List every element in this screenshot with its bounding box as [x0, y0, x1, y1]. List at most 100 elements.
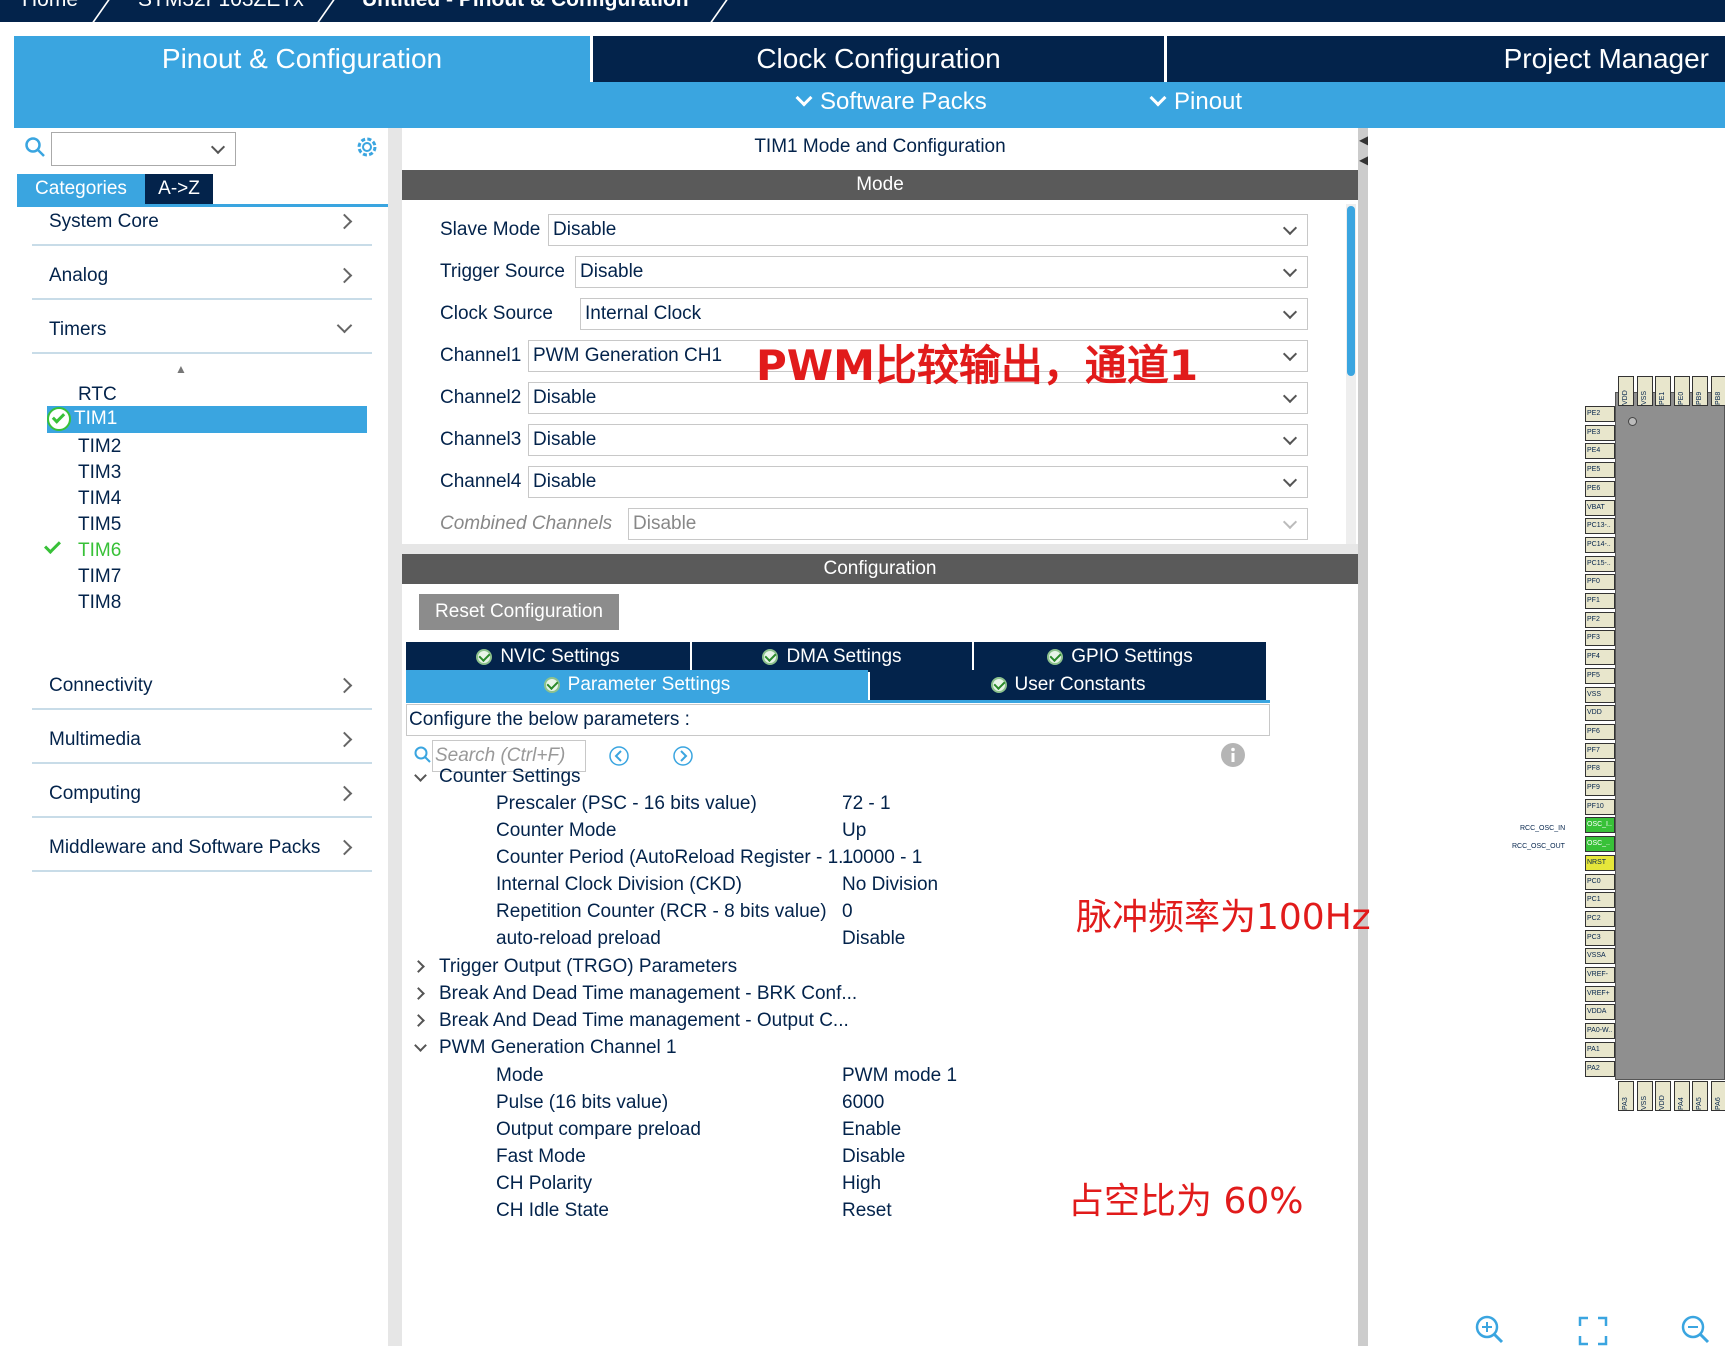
gear-icon[interactable]: [354, 134, 380, 165]
pin-pc2[interactable]: PC2: [1585, 911, 1615, 927]
param-value[interactable]: Disable: [842, 928, 905, 950]
info-icon[interactable]: [1220, 742, 1246, 773]
channel3-select[interactable]: Disable: [528, 424, 1308, 456]
pin-osc-[interactable]: OSC_..: [1585, 836, 1615, 852]
mode-header[interactable]: Mode: [402, 170, 1358, 200]
chevron-down-icon[interactable]: [414, 769, 427, 782]
zoom-in-icon[interactable]: [1474, 1314, 1504, 1349]
pin-pf9[interactable]: PF9: [1585, 780, 1615, 796]
panel-splitter[interactable]: [388, 128, 402, 1346]
pin-pa6[interactable]: PA6: [1711, 1081, 1725, 1111]
pin-pa0-w-[interactable]: PA0-W..: [1585, 1023, 1615, 1039]
pin-vdd[interactable]: VDD: [1618, 376, 1634, 406]
pin-vbat[interactable]: VBAT: [1585, 500, 1615, 516]
param-value[interactable]: 6000: [842, 1092, 884, 1114]
pin-vref-[interactable]: VREF-: [1585, 967, 1615, 983]
chevron-right-icon[interactable]: [412, 960, 425, 973]
tab-gpio-settings[interactable]: GPIO Settings: [974, 642, 1266, 672]
pin-pc14-[interactable]: PC14-..: [1585, 537, 1615, 553]
pin-osc-i-[interactable]: OSC_I..: [1585, 817, 1615, 833]
group-brk-configuration[interactable]: Break And Dead Time management - BRK Con…: [439, 983, 857, 1005]
group-trgo-parameters[interactable]: Trigger Output (TRGO) Parameters: [439, 956, 737, 978]
param-value[interactable]: No Division: [842, 874, 938, 896]
breadcrumb-home[interactable]: Home: [22, 0, 78, 12]
pinout-menu[interactable]: Pinout: [1152, 88, 1242, 116]
timer-item-tim5[interactable]: TIM5: [78, 514, 121, 536]
pin-pf10[interactable]: PF10: [1585, 799, 1615, 815]
slave-mode-select[interactable]: Disable: [548, 214, 1308, 246]
pin-pa2[interactable]: PA2: [1585, 1061, 1615, 1077]
pin-vss[interactable]: VSS: [1585, 687, 1615, 703]
timer-item-tim4[interactable]: TIM4: [78, 488, 121, 510]
group-output-configuration[interactable]: Break And Dead Time management - Output …: [439, 1010, 849, 1032]
tab-pinout-configuration[interactable]: Pinout & Configuration: [14, 36, 590, 82]
pin-pf4[interactable]: PF4: [1585, 649, 1615, 665]
timer-item-rtc[interactable]: RTC: [78, 384, 117, 406]
scrollbar-thumb[interactable]: [1347, 206, 1355, 376]
pin-pa1[interactable]: PA1: [1585, 1042, 1615, 1058]
param-value[interactable]: Enable: [842, 1119, 901, 1141]
pin-vdd[interactable]: VDD: [1585, 705, 1615, 721]
pin-pa5[interactable]: PA5: [1692, 1081, 1708, 1111]
clock-source-select[interactable]: Internal Clock: [580, 298, 1308, 330]
param-value[interactable]: Up: [842, 820, 866, 842]
pin-pf5[interactable]: PF5: [1585, 668, 1615, 684]
tab-dma-settings[interactable]: DMA Settings: [692, 642, 972, 672]
timer-item-tim3[interactable]: TIM3: [78, 462, 121, 484]
pin-vss[interactable]: VSS: [1637, 376, 1653, 406]
pin-pa3[interactable]: PA3: [1618, 1081, 1634, 1111]
pin-pf1[interactable]: PF1: [1585, 593, 1615, 609]
search-icon[interactable]: [414, 746, 432, 769]
group-pwm-channel1[interactable]: PWM Generation Channel 1: [439, 1037, 677, 1059]
pin-pb9[interactable]: PB9: [1692, 376, 1708, 406]
param-value[interactable]: 10000 - 1: [842, 847, 922, 869]
pin-pa4[interactable]: PA4: [1674, 1081, 1690, 1111]
tab-clock-configuration[interactable]: Clock Configuration: [593, 36, 1164, 82]
timer-item-tim2[interactable]: TIM2: [78, 436, 121, 458]
mode-scrollbar[interactable]: [1346, 204, 1356, 544]
pin-vssa[interactable]: VSSA: [1585, 948, 1615, 964]
search-icon[interactable]: [24, 136, 46, 163]
collapse-arrows-icon[interactable]: ◀◀: [1359, 130, 1368, 170]
pin-pb8[interactable]: PB8: [1711, 376, 1725, 406]
category-system-core[interactable]: System Core: [32, 200, 372, 246]
pin-pc15-[interactable]: PC15-..: [1585, 556, 1615, 572]
timer-item-tim1[interactable]: TIM1: [47, 406, 367, 433]
pin-pc1[interactable]: PC1: [1585, 892, 1615, 908]
pin-pe5[interactable]: PE5: [1585, 462, 1615, 478]
pin-pc3[interactable]: PC3: [1585, 930, 1615, 946]
next-match-icon[interactable]: [672, 745, 694, 772]
pin-pe1[interactable]: PE1: [1655, 376, 1671, 406]
category-middleware[interactable]: Middleware and Software Packs: [32, 826, 372, 872]
category-multimedia[interactable]: Multimedia: [32, 718, 372, 764]
pin-pf3[interactable]: PF3: [1585, 630, 1615, 646]
param-value[interactable]: 0: [842, 901, 853, 923]
pin-vss[interactable]: VSS: [1637, 1081, 1653, 1111]
tab-user-constants[interactable]: User Constants: [870, 670, 1266, 700]
pin-pe6[interactable]: PE6: [1585, 481, 1615, 497]
param-value[interactable]: 72 - 1: [842, 793, 891, 815]
pin-vdda[interactable]: VDDA: [1585, 1004, 1615, 1020]
category-analog[interactable]: Analog: [32, 254, 372, 300]
pin-pf7[interactable]: PF7: [1585, 743, 1615, 759]
category-timers[interactable]: Timers: [32, 308, 372, 354]
pin-nrst[interactable]: NRST: [1585, 855, 1615, 871]
param-value[interactable]: Reset: [842, 1200, 892, 1222]
timer-item-tim8[interactable]: TIM8: [78, 592, 121, 614]
previous-match-icon[interactable]: [608, 745, 630, 772]
section-splitter[interactable]: [402, 544, 1358, 554]
pin-pf6[interactable]: PF6: [1585, 724, 1615, 740]
pin-pc0[interactable]: PC0: [1585, 874, 1615, 890]
pin-pe3[interactable]: PE3: [1585, 425, 1615, 441]
tab-project-manager[interactable]: Project Manager: [1167, 36, 1725, 82]
combined-channels-select[interactable]: Disable: [628, 508, 1308, 540]
pin-pe0[interactable]: PE0: [1674, 376, 1690, 406]
category-connectivity[interactable]: Connectivity: [32, 664, 372, 710]
pin-pc13-[interactable]: PC13-..: [1585, 518, 1615, 534]
sort-icon[interactable]: ▲: [175, 362, 187, 376]
reset-configuration-button[interactable]: Reset Configuration: [419, 594, 619, 630]
pin-pf8[interactable]: PF8: [1585, 761, 1615, 777]
pin-pf0[interactable]: PF0: [1585, 574, 1615, 590]
tab-nvic-settings[interactable]: NVIC Settings: [406, 642, 690, 672]
category-computing[interactable]: Computing: [32, 772, 372, 818]
